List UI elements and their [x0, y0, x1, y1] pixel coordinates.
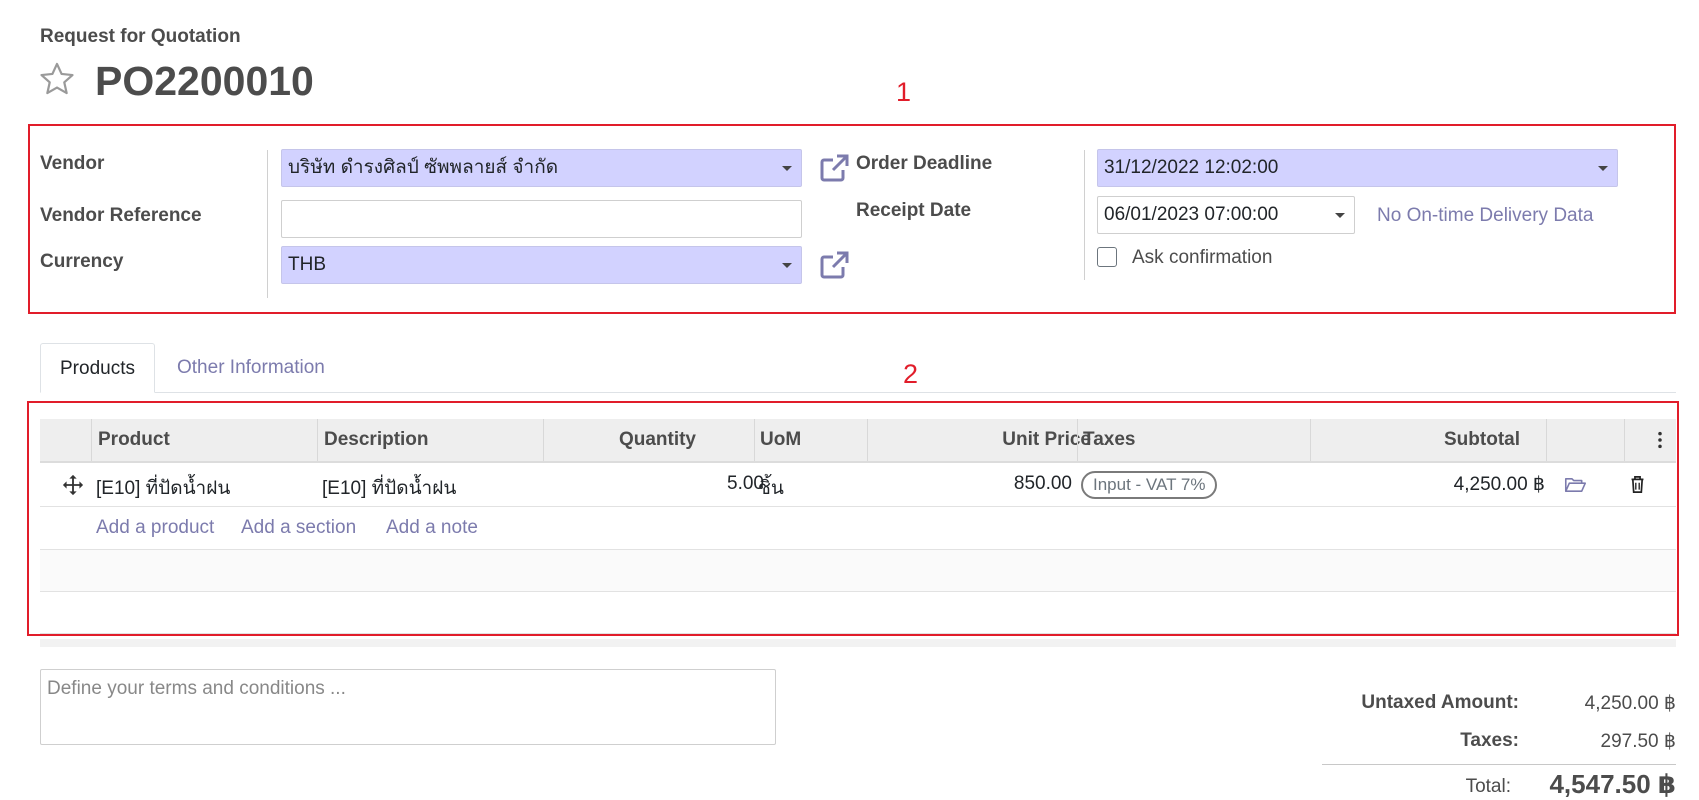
- annotation-label-1: 1: [896, 77, 912, 107]
- table-row[interactable]: [E10] ที่ปัดน้ำฝน [E10] ที่ปัดน้ำฝน 5.00…: [40, 463, 1676, 507]
- column-quantity[interactable]: Quantity: [619, 419, 696, 461]
- record-title: PO2200010: [95, 58, 314, 104]
- table-footer: [40, 639, 1676, 647]
- tab-other-information[interactable]: Other Information: [158, 343, 344, 393]
- product-cell[interactable]: [E10] ที่ปัดน้ำฝน: [96, 473, 230, 503]
- receipt-date-value: 06/01/2023 07:00:00: [1104, 204, 1279, 225]
- chevron-down-icon: [1598, 166, 1608, 171]
- annotation-label-2: 2: [903, 359, 919, 389]
- move-arrows-icon[interactable]: [62, 474, 84, 496]
- add-note-link[interactable]: Add a note: [386, 517, 478, 539]
- totals-divider: [1322, 764, 1676, 765]
- empty-table-row: [40, 550, 1676, 592]
- tab-products[interactable]: Products: [40, 343, 155, 393]
- order-deadline-select[interactable]: 31/12/2022 12:02:00: [1097, 149, 1618, 187]
- column-description[interactable]: Description: [324, 419, 429, 461]
- uom-cell[interactable]: ชิ้น: [758, 473, 784, 503]
- currency-value: THB: [288, 254, 326, 275]
- field-separator: [267, 150, 268, 298]
- ask-confirmation-checkbox[interactable]: [1097, 247, 1117, 267]
- chevron-down-icon: [1335, 213, 1345, 218]
- untaxed-amount-value: 4,250.00 ฿: [1584, 693, 1676, 714]
- currency-label: Currency: [40, 251, 124, 272]
- add-line-row: Add a product Add a section Add a note: [40, 507, 1676, 550]
- external-link-icon[interactable]: [818, 153, 850, 183]
- vendor-reference-input[interactable]: [281, 200, 802, 238]
- on-time-delivery-link[interactable]: No On-time Delivery Data: [1377, 205, 1593, 227]
- vertical-dots-icon[interactable]: [1656, 430, 1664, 450]
- chevron-down-icon: [782, 166, 792, 171]
- vendor-label: Vendor: [40, 153, 105, 174]
- column-taxes[interactable]: Taxes: [1083, 419, 1135, 461]
- terms-textarea[interactable]: Define your terms and conditions ...: [40, 669, 776, 745]
- unit-price-cell[interactable]: 850.00: [1014, 473, 1072, 495]
- ask-confirmation-label: Ask confirmation: [1132, 247, 1273, 268]
- subtotal-cell: 4,250.00 ฿: [1453, 474, 1545, 495]
- column-uom[interactable]: UoM: [760, 419, 801, 461]
- untaxed-amount-label: Untaxed Amount:: [1361, 692, 1519, 713]
- external-link-icon[interactable]: [818, 250, 850, 280]
- receipt-date-label: Receipt Date: [856, 200, 972, 221]
- page-subtitle: Request for Quotation: [40, 26, 241, 47]
- vendor-value: บริษัท ดำรงศิลป์ ซัพพลายส์ จำกัด: [288, 157, 559, 178]
- column-product[interactable]: Product: [98, 419, 170, 461]
- vendor-reference-label: Vendor Reference: [40, 205, 202, 226]
- total-value: 4,547.50 ฿: [1549, 769, 1676, 799]
- total-label: Total:: [1465, 776, 1511, 797]
- field-separator: [1084, 150, 1085, 280]
- column-subtotal[interactable]: Subtotal: [1444, 419, 1520, 461]
- description-cell[interactable]: [E10] ที่ปัดน้ำฝน: [322, 473, 456, 503]
- table-header: Product Description Quantity UoM Unit Pr…: [40, 419, 1676, 463]
- vendor-select[interactable]: บริษัท ดำรงศิลป์ ซัพพลายส์ จำกัด: [281, 149, 802, 187]
- taxes-value: 297.50 ฿: [1600, 731, 1676, 752]
- tax-tag[interactable]: Input - VAT 7%: [1081, 471, 1218, 499]
- order-deadline-label: Order Deadline: [856, 153, 993, 174]
- taxes-label: Taxes:: [1460, 730, 1519, 751]
- receipt-date-select[interactable]: 06/01/2023 07:00:00: [1097, 196, 1355, 234]
- empty-table-row: [40, 592, 1676, 634]
- add-section-link[interactable]: Add a section: [241, 517, 356, 539]
- star-outline-icon[interactable]: [38, 60, 76, 98]
- order-deadline-value: 31/12/2022 12:02:00: [1104, 157, 1279, 178]
- terms-placeholder: Define your terms and conditions ...: [47, 678, 346, 699]
- trash-icon[interactable]: [1629, 475, 1646, 494]
- chevron-down-icon: [782, 263, 792, 268]
- currency-select[interactable]: THB: [281, 246, 802, 284]
- folder-open-icon[interactable]: [1564, 476, 1587, 494]
- add-product-link[interactable]: Add a product: [96, 517, 214, 539]
